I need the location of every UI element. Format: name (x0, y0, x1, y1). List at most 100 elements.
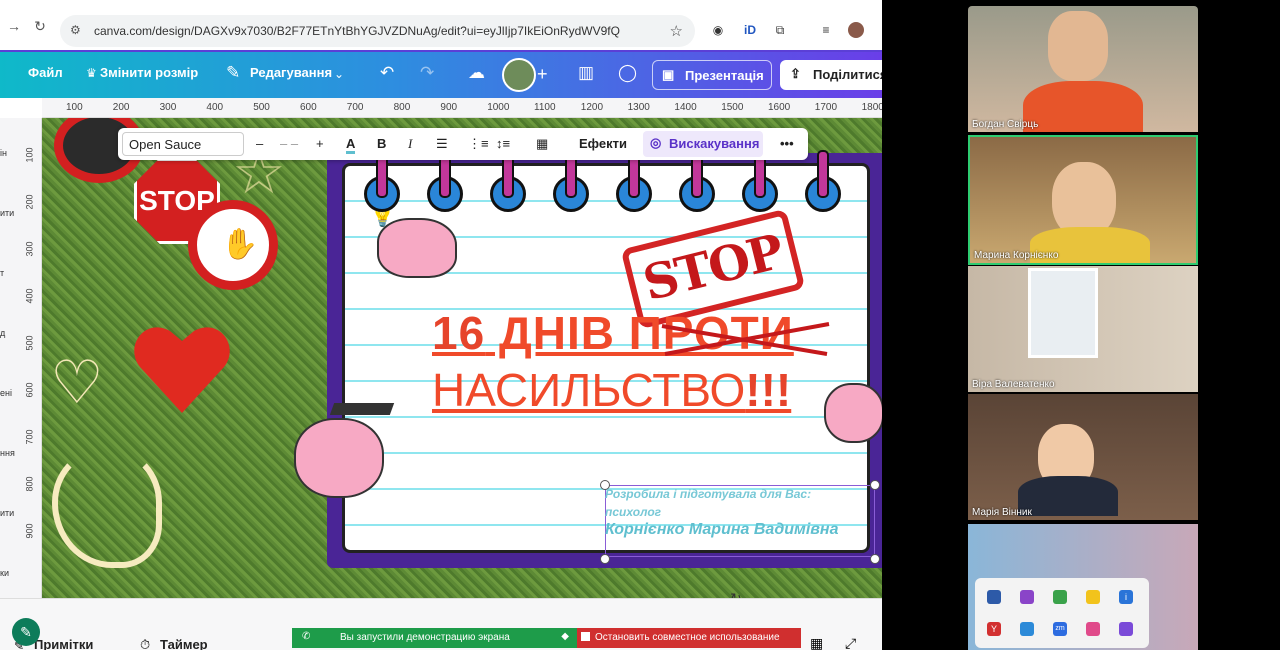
title-line-2[interactable]: НАСИЛЬСТВО!!! (432, 363, 791, 417)
participant-shirt (1023, 81, 1143, 132)
ruler-tick: 200 (24, 194, 35, 210)
font-size-decrease[interactable]: – (256, 136, 263, 151)
font-size-input[interactable]: – – (280, 136, 298, 151)
more-options[interactable]: ••• (780, 136, 794, 151)
brain-character-right (824, 383, 882, 443)
side-panel-label[interactable]: ені (0, 388, 12, 398)
participant-tile-4[interactable]: Марія Вінник (968, 394, 1198, 520)
url-field[interactable]: ⚙ canva.com/design/DAGXv9x7030/B2F77ETnY… (60, 15, 695, 47)
tray-icon-7[interactable] (1020, 622, 1034, 636)
text-color-icon[interactable]: A (346, 136, 356, 154)
extension-icon[interactable]: ◉ (710, 22, 726, 38)
side-panel-label[interactable]: д (0, 328, 5, 338)
rotate-handle-icon[interactable]: ↻ (730, 590, 742, 598)
tray-icon-4[interactable] (1086, 590, 1100, 604)
resize-button[interactable]: Змінити розмір (100, 65, 198, 80)
redo-icon[interactable]: ↷ (420, 63, 434, 83)
side-panel-label[interactable]: ння (0, 448, 15, 458)
participant-name: Віра Валеватенко (972, 379, 1055, 390)
grid-view-icon[interactable]: ▦ (810, 635, 823, 650)
heart-doodle: ♡ (50, 349, 104, 416)
pen-tray-icon[interactable] (1119, 622, 1133, 636)
phone-icon: ✆ (302, 631, 311, 642)
ruler-tick: 500 (24, 335, 35, 351)
side-panel-label[interactable]: ити (0, 208, 14, 218)
ruler-tick: 1100 (534, 102, 556, 113)
align-icon[interactable]: ☰ (436, 136, 448, 152)
arrow-doodle (52, 448, 162, 568)
resize-handle-tl[interactable] (600, 480, 610, 490)
forward-icon[interactable]: → (6, 18, 22, 34)
chart-icon[interactable]: ▥ (578, 63, 594, 83)
url-text: canva.com/design/DAGXv9x7030/B2F77ETnYtB… (94, 24, 620, 38)
resize-handle-br[interactable] (870, 554, 880, 564)
prohibition-sign-hand: ✋ (188, 200, 278, 290)
participant-tile-2[interactable]: Марина Корнієнко (968, 135, 1198, 265)
side-panel-label[interactable]: ки (0, 568, 9, 578)
zoom-icon[interactable]: zm (1053, 622, 1067, 636)
info-icon[interactable]: i (1119, 590, 1133, 604)
fullscreen-icon[interactable]: ⤢ (845, 635, 856, 650)
resize-handle-tr[interactable] (870, 480, 880, 490)
cloud-icon[interactable]: ☁ (468, 63, 485, 83)
title-number: 16 (432, 307, 486, 359)
media-icon[interactable]: ≡ (818, 22, 834, 38)
puzzle-icon[interactable]: ⧉ (772, 22, 788, 38)
bookmark-star-icon[interactable]: ☆ (670, 22, 683, 40)
share-button[interactable]: ⇪ Поділитися (780, 60, 882, 90)
ruler-tick: 700 (24, 429, 35, 445)
ruler-tick: 100 (66, 102, 83, 113)
present-label: Презентація (685, 68, 764, 83)
yandex-icon[interactable]: Y (987, 622, 1001, 636)
bold-button[interactable]: B (377, 136, 386, 151)
resize-handle-bl[interactable] (600, 554, 610, 564)
timer-button[interactable]: Таймер (160, 637, 208, 650)
tray-icon-3[interactable] (1053, 590, 1067, 604)
collaborator-avatar[interactable] (502, 58, 536, 92)
canva-toolbar: Файл ♛ Змінити розмір ✎ Редагування ⌄ ↶ … (0, 52, 882, 98)
font-size-increase[interactable]: + (316, 136, 324, 151)
profile-avatar[interactable] (848, 22, 864, 38)
stop-sharing-button[interactable]: Остановить совместное использование (577, 628, 801, 648)
add-collaborator-icon[interactable]: + (537, 64, 557, 84)
reload-icon[interactable]: ↻ (32, 18, 48, 34)
ruler-tick: 1600 (768, 102, 791, 113)
tray-icon-2[interactable] (1020, 590, 1034, 604)
present-icon: ▣ (662, 67, 675, 82)
participant-tile-1[interactable]: Богдан Свірць (968, 6, 1198, 132)
effects-button[interactable]: Ефекти (579, 136, 627, 151)
id-extension-icon[interactable]: iD (742, 22, 758, 38)
list-icon[interactable]: ⋮≡ (468, 136, 489, 152)
stop-sharing-label: Остановить совместное использование (595, 632, 780, 643)
font-family-select[interactable]: Open Sauce (122, 132, 244, 156)
italic-button[interactable]: I (408, 136, 412, 152)
edit-menu[interactable]: Редагування (250, 65, 332, 80)
tray-icon-9[interactable] (1086, 622, 1100, 636)
transparency-icon[interactable]: ▦ (536, 136, 548, 152)
side-panel-label[interactable]: т (0, 268, 4, 278)
timer-icon: ⏱ (140, 637, 151, 650)
tray-icon-1[interactable] (987, 590, 1001, 604)
spacing-icon[interactable]: ↕≡ (496, 136, 510, 151)
ruler-tick: 1000 (487, 102, 510, 113)
ruler-tick: 1200 (580, 102, 604, 113)
side-panel-label[interactable]: ити (0, 508, 14, 518)
side-panel-label[interactable]: ін (0, 148, 7, 158)
ruler-tick: 900 (440, 102, 458, 113)
credit-text[interactable]: Розробила і підготувала для Вас: психолог (605, 485, 811, 521)
address-bar: → ↻ ⚙ canva.com/design/DAGXv9x7030/B2F77… (0, 0, 882, 52)
ruler-tick: 500 (253, 102, 270, 113)
site-settings-icon[interactable]: ⚙ (70, 23, 81, 37)
present-button[interactable]: ▣ Презентація (652, 60, 772, 90)
participant-shirt (1018, 476, 1118, 516)
participant-tile-3[interactable]: Віра Валеватенко (968, 266, 1198, 392)
pen-icon: ✎ (226, 63, 241, 82)
credit-author-name[interactable]: Корнієнко Марина Вадимівна (605, 521, 838, 539)
edit-pencil-button[interactable]: ✎ (12, 618, 40, 646)
design-canvas[interactable]: STOP ✋ ☆ ♡ 💡 ↻ STOP 16 ДНІВ ПРОТИ НАСИЛЬСТ… (42, 118, 882, 598)
comment-icon[interactable]: ◯ (618, 63, 637, 83)
undo-icon[interactable]: ↶ (380, 63, 394, 83)
animate-button[interactable]: ◎ Вискакування (643, 131, 763, 157)
file-menu[interactable]: Файл (28, 65, 63, 80)
notes-button[interactable]: Примітки (34, 637, 93, 650)
